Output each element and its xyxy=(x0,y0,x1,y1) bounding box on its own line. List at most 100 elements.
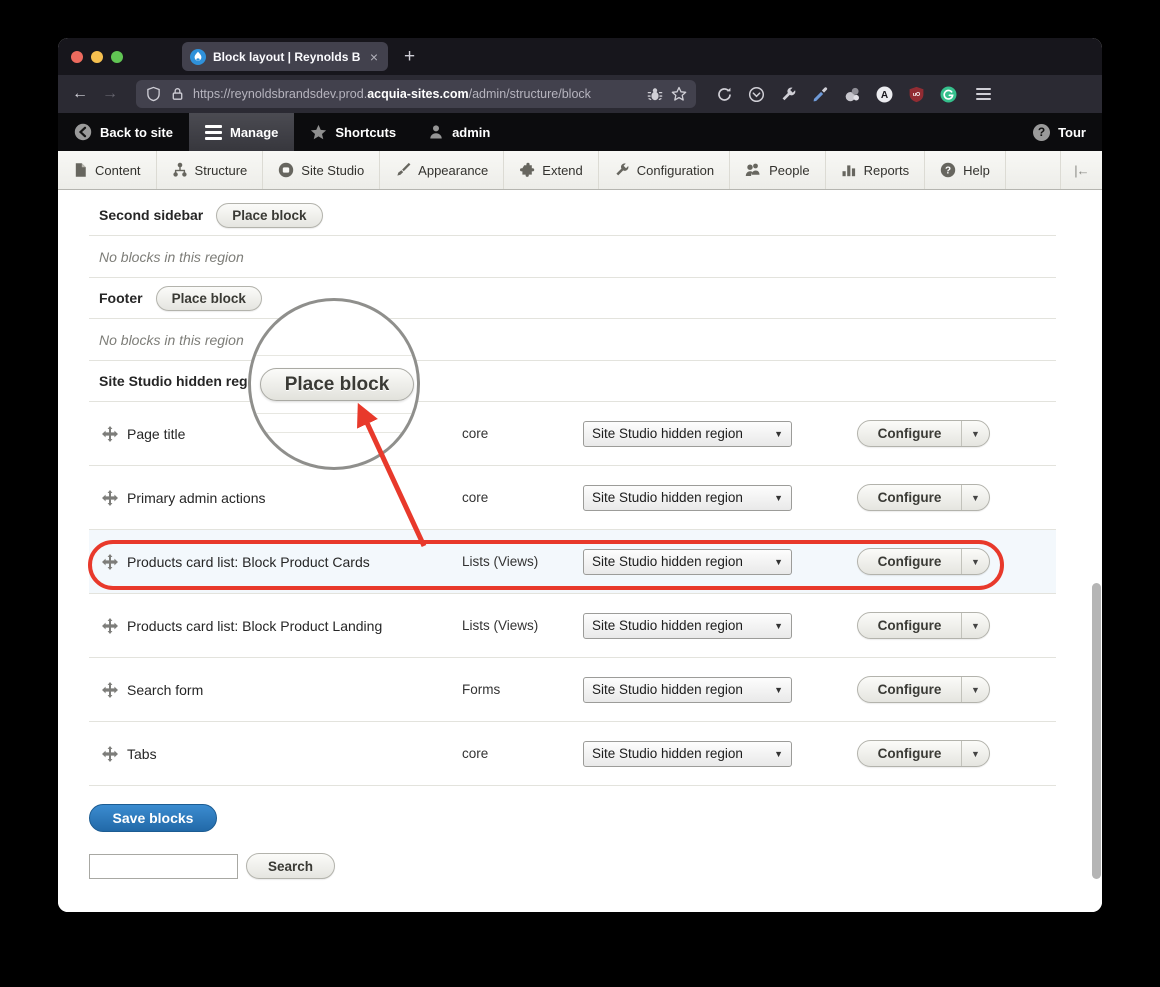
block-row-tabs: Tabs core Site Studio hidden region ▼ Con… xyxy=(89,722,1056,786)
configure-button[interactable]: Configure ▼ xyxy=(857,548,990,575)
select-arrow-icon: ▼ xyxy=(774,556,783,567)
tab-close-icon[interactable]: × xyxy=(368,49,380,65)
a-badge-icon[interactable]: A xyxy=(876,86,893,103)
block-row-products-card-list-landing: Products card list: Block Product Landin… xyxy=(89,594,1056,658)
url-bar[interactable]: https://reynoldsbrandsdev.prod.acquia-si… xyxy=(136,80,696,108)
block-row-search-form: Search form Forms Site Studio hidden reg… xyxy=(89,658,1056,722)
menu-item-structure[interactable]: Structure xyxy=(157,151,264,189)
place-block-button[interactable]: Place block xyxy=(216,202,323,228)
configure-button[interactable]: Configure ▼ xyxy=(857,676,990,703)
devtools-wrench-icon[interactable] xyxy=(780,86,797,103)
browser-window: Block layout | Reynolds Brands × + ← → h… xyxy=(58,38,1102,912)
magnified-divider-line xyxy=(251,355,417,356)
drag-handle-icon[interactable] xyxy=(102,553,118,570)
eyedropper-icon[interactable] xyxy=(812,86,829,103)
drag-handle-icon[interactable] xyxy=(102,681,118,698)
menu-item-appearance[interactable]: Appearance xyxy=(380,151,505,189)
extension-molecule-icon[interactable] xyxy=(844,86,861,103)
url-text: https://reynoldsbrandsdev.prod.acquia-si… xyxy=(193,87,591,101)
menu-hamburger-icon[interactable] xyxy=(976,88,991,100)
region-name: Footer xyxy=(99,290,143,306)
manage-label: Manage xyxy=(229,124,279,140)
admin-user-menu[interactable]: admin xyxy=(412,113,506,151)
search-button[interactable]: Search xyxy=(246,853,335,879)
search-row: Search xyxy=(89,853,335,879)
menu-item-extend[interactable]: Extend xyxy=(504,151,599,189)
configure-button[interactable]: Configure ▼ xyxy=(857,420,990,447)
bookmark-star-icon[interactable] xyxy=(670,86,687,103)
menu-item-reports[interactable]: Reports xyxy=(826,151,926,189)
shield-icon[interactable] xyxy=(145,86,162,103)
shortcuts-tab[interactable]: Shortcuts xyxy=(294,113,412,151)
configure-dropdown-icon[interactable]: ▼ xyxy=(961,741,989,766)
extend-puzzle-icon xyxy=(520,162,535,177)
user-icon xyxy=(430,125,442,139)
configure-button[interactable]: Configure ▼ xyxy=(857,740,990,767)
grammarly-icon[interactable] xyxy=(940,86,957,103)
browser-navbar: ← → https://reynoldsbrandsdev.prod.acqui… xyxy=(58,75,1102,113)
region-row-second-sidebar: Second sidebar Place block xyxy=(89,195,1056,236)
ublock-shield-icon[interactable]: uO xyxy=(908,86,925,103)
configure-button[interactable]: Configure ▼ xyxy=(857,612,990,639)
configure-dropdown-icon[interactable]: ▼ xyxy=(961,677,989,702)
block-category: core xyxy=(462,746,489,761)
place-block-button[interactable]: Place block xyxy=(155,285,262,311)
svg-text:uO: uO xyxy=(913,92,920,98)
block-category: Lists (Views) xyxy=(462,618,539,633)
select-arrow-icon: ▼ xyxy=(774,684,783,695)
region-select[interactable]: Site Studio hidden region ▼ xyxy=(583,676,792,703)
menu-item-site-studio[interactable]: Site Studio xyxy=(263,151,381,189)
drag-handle-icon[interactable] xyxy=(102,617,118,634)
menu-item-configuration[interactable]: Configuration xyxy=(599,151,731,189)
zoom-window-button[interactable] xyxy=(111,50,123,63)
configuration-wrench-icon xyxy=(616,163,629,176)
toolbar-collapse-icon[interactable]: |← xyxy=(1060,151,1102,189)
back-icon[interactable]: ← xyxy=(68,85,92,103)
region-select[interactable]: Site Studio hidden region ▼ xyxy=(583,420,792,447)
region-select[interactable]: Site Studio hidden region ▼ xyxy=(583,612,792,639)
forward-icon[interactable]: → xyxy=(98,85,122,103)
menu-item-content[interactable]: Content xyxy=(58,151,157,189)
menu-item-help[interactable]: ? Help xyxy=(925,151,1006,189)
site-studio-icon xyxy=(279,162,294,178)
new-tab-button[interactable]: + xyxy=(404,46,415,68)
back-circle-icon xyxy=(74,123,92,141)
block-category: Forms xyxy=(462,682,501,697)
configure-dropdown-icon[interactable]: ▼ xyxy=(961,421,989,446)
magnified-divider-line xyxy=(251,432,417,433)
manage-tab[interactable]: Manage xyxy=(188,113,295,151)
lock-icon[interactable] xyxy=(169,86,186,103)
configure-dropdown-icon[interactable]: ▼ xyxy=(961,613,989,638)
region-select[interactable]: Site Studio hidden region ▼ xyxy=(583,740,792,767)
empty-region-message: No blocks in this region xyxy=(89,236,1056,278)
region-select[interactable]: Site Studio hidden region ▼ xyxy=(583,484,792,511)
tour-label: Tour xyxy=(1058,124,1086,140)
region-name: Site Studio hidden region xyxy=(99,373,269,389)
configure-dropdown-icon[interactable]: ▼ xyxy=(961,549,989,574)
close-window-button[interactable] xyxy=(71,50,83,63)
block-row-primary-admin-actions: Primary admin actions core Site Studio h… xyxy=(89,466,1056,530)
browser-tab[interactable]: Block layout | Reynolds Brands × xyxy=(182,42,388,71)
back-to-site-button[interactable]: Back to site xyxy=(58,113,189,151)
drag-handle-icon[interactable] xyxy=(102,489,118,506)
configure-dropdown-icon[interactable]: ▼ xyxy=(961,485,989,510)
shortcuts-star-icon xyxy=(311,124,327,139)
structure-icon xyxy=(172,162,187,177)
drag-handle-icon[interactable] xyxy=(102,745,118,762)
search-input[interactable] xyxy=(89,853,238,879)
tour-button[interactable]: ? Tour xyxy=(1017,113,1102,151)
minimize-window-button[interactable] xyxy=(91,50,103,63)
bug-icon[interactable] xyxy=(646,86,663,103)
refresh-icon[interactable] xyxy=(716,86,733,103)
menu-item-people[interactable]: People xyxy=(730,151,826,189)
drag-handle-icon[interactable] xyxy=(102,425,118,442)
magnified-place-block-button: Place block xyxy=(260,368,414,401)
save-blocks-button[interactable]: Save blocks xyxy=(89,804,217,832)
tab-bar: Block layout | Reynolds Brands × + xyxy=(58,38,1102,75)
window-controls xyxy=(58,50,137,63)
configure-button[interactable]: Configure ▼ xyxy=(857,484,990,511)
region-select[interactable]: Site Studio hidden region ▼ xyxy=(583,548,792,575)
people-icon xyxy=(745,163,760,176)
scrollbar-thumb[interactable] xyxy=(1092,583,1101,879)
pocket-icon[interactable] xyxy=(748,86,765,103)
